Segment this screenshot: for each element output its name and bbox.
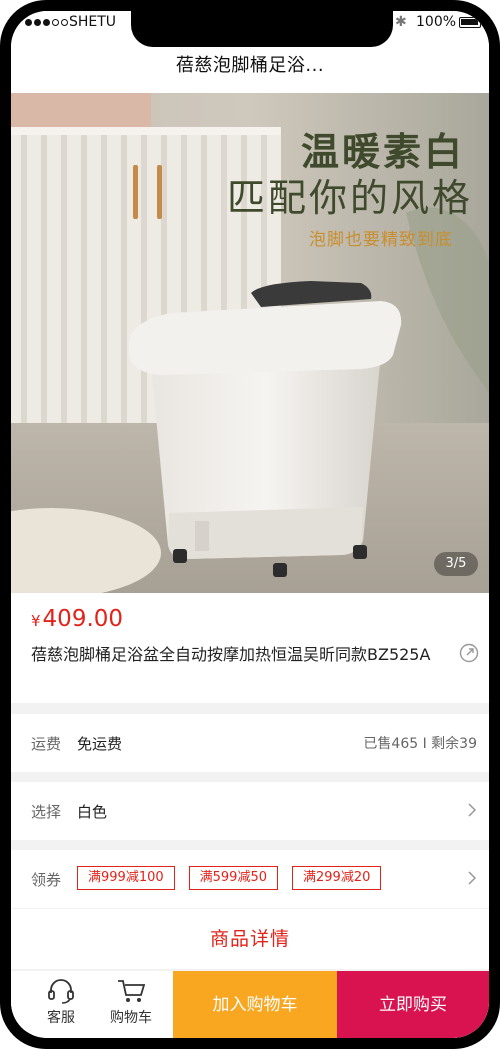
add-to-cart-button[interactable]: 加入购物车	[173, 971, 337, 1038]
coupon-tag[interactable]: 满999减100	[77, 866, 175, 890]
bluetooth-icon: ✱	[395, 14, 407, 30]
shipping-value: 免运费	[77, 735, 123, 753]
sales-stats: 已售465 I 剩余39	[363, 736, 477, 752]
chevron-right-icon	[468, 871, 477, 885]
screen: SHETU ✱ 100% 蓓慈泡脚桶足浴... 温暖素白 匹配你的风格 泡脚也要…	[11, 11, 489, 1038]
product-details-label: 商品详情	[209, 928, 290, 950]
shopping-cart-icon	[118, 980, 146, 1002]
notch	[131, 11, 393, 47]
bottom-action-bar: 客服 购物车 加入购物车 立即购买	[11, 971, 489, 1038]
selected-variant: 白色	[77, 803, 108, 821]
nav-bar: 蓓慈泡脚桶足浴...	[11, 51, 489, 93]
customer-service-button[interactable]: 客服	[31, 971, 91, 1038]
customer-service-label: 客服	[47, 1010, 75, 1026]
page-title: 蓓慈泡脚桶足浴...	[175, 55, 325, 76]
shipping-row: 运费 免运费 已售465 I 剩余39	[11, 714, 489, 772]
hero-tagline: 泡脚也要精致到底	[309, 230, 453, 250]
carousel-page-indicator: 3/5	[434, 552, 478, 576]
product-price: ¥409.00	[31, 606, 123, 632]
product-details-tab[interactable]: 商品详情	[11, 909, 489, 969]
carrier-name: SHETU	[69, 14, 117, 30]
cart-label: 购物车	[110, 1010, 152, 1026]
headset-icon	[48, 979, 74, 1004]
cart-button[interactable]: 购物车	[101, 971, 161, 1038]
buy-now-button[interactable]: 立即购买	[337, 971, 489, 1038]
selection-row[interactable]: 选择 白色	[11, 782, 489, 840]
phone-frame: SHETU ✱ 100% 蓓慈泡脚桶足浴... 温暖素白 匹配你的风格 泡脚也要…	[0, 0, 500, 1049]
shipping-label: 运费	[31, 735, 62, 753]
coupon-row[interactable]: 领券 满999减100 满599减50 满299减20	[11, 850, 489, 908]
product-image-carousel[interactable]: 温暖素白 匹配你的风格 泡脚也要精致到底 3/5	[11, 93, 489, 593]
selection-label: 选择	[31, 803, 62, 821]
currency-symbol: ¥	[31, 612, 41, 630]
coupon-label: 领券	[31, 871, 62, 889]
price-value: 409.00	[42, 606, 124, 632]
signal-strength-icon	[25, 19, 68, 26]
coupon-list: 满999减100 满599减50 满299减20	[77, 866, 382, 890]
coupon-tag[interactable]: 满599减50	[188, 866, 278, 890]
product-title: 蓓慈泡脚桶足浴盆全自动按摩加热恒温吴昕同款BZ525A	[31, 645, 431, 664]
chevron-right-icon	[468, 803, 477, 817]
coupon-tag[interactable]: 满299减20	[292, 866, 382, 890]
battery-icon	[459, 17, 484, 28]
battery-percentage: 100%	[416, 14, 457, 30]
hero-subheadline: 匹配你的风格	[227, 176, 474, 220]
product-info: ¥409.00 蓓慈泡脚桶足浴盆全自动按摩加热恒温吴昕同款BZ525A	[11, 593, 489, 703]
share-icon[interactable]	[459, 643, 479, 663]
